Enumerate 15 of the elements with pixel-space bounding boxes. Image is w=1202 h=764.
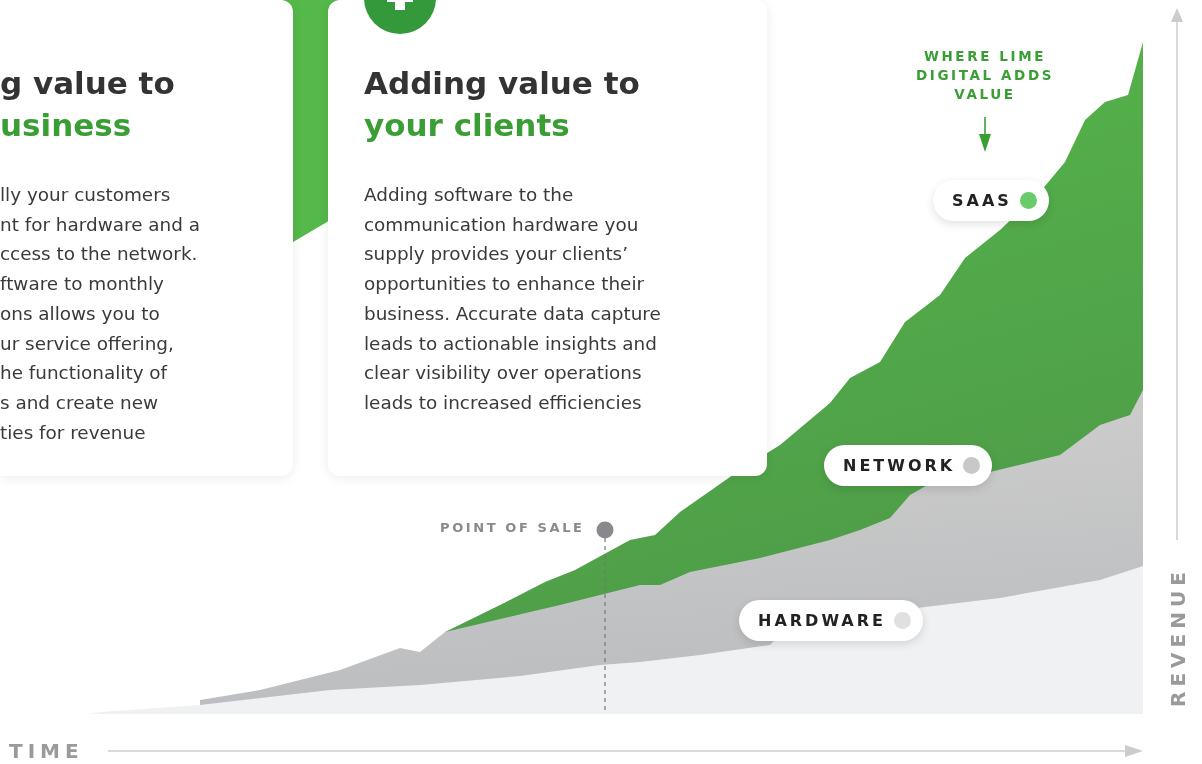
y-axis-label: REVENUE — [1165, 566, 1191, 710]
card-title: Adding value to — [364, 64, 641, 103]
point-of-sale-label: POINT OF SALE — [440, 520, 585, 535]
down-arrow-icon — [979, 116, 991, 152]
body-text: lly your customers nt for hardware and a ccess to the network. ftware to monthly ons allows you to ur service offering, he functionality of s and create new ties for revenue — [0, 183, 202, 445]
card-title: g value to — [0, 64, 176, 103]
legend-pill: SAAS — [933, 180, 1049, 221]
x-axis-label: TIME — [9, 738, 84, 764]
callout-text: WHERE LIME DIGITAL ADDS VALUE — [915, 47, 1055, 104]
card-title-highlight: usiness — [0, 106, 133, 145]
legend-pill: HARDWARE — [739, 600, 923, 641]
legend-pill: NETWORK — [824, 445, 993, 486]
point-of-sale-marker — [596, 521, 614, 539]
card-title-highlight: your clients — [364, 106, 571, 145]
body-text: Adding software to the communication hardware you supply provides your clients’ opportunities to enhance their business. Accurate data capture leads to actionable insights and clear visibility over operations leads to increased efficiencies — [364, 183, 662, 415]
